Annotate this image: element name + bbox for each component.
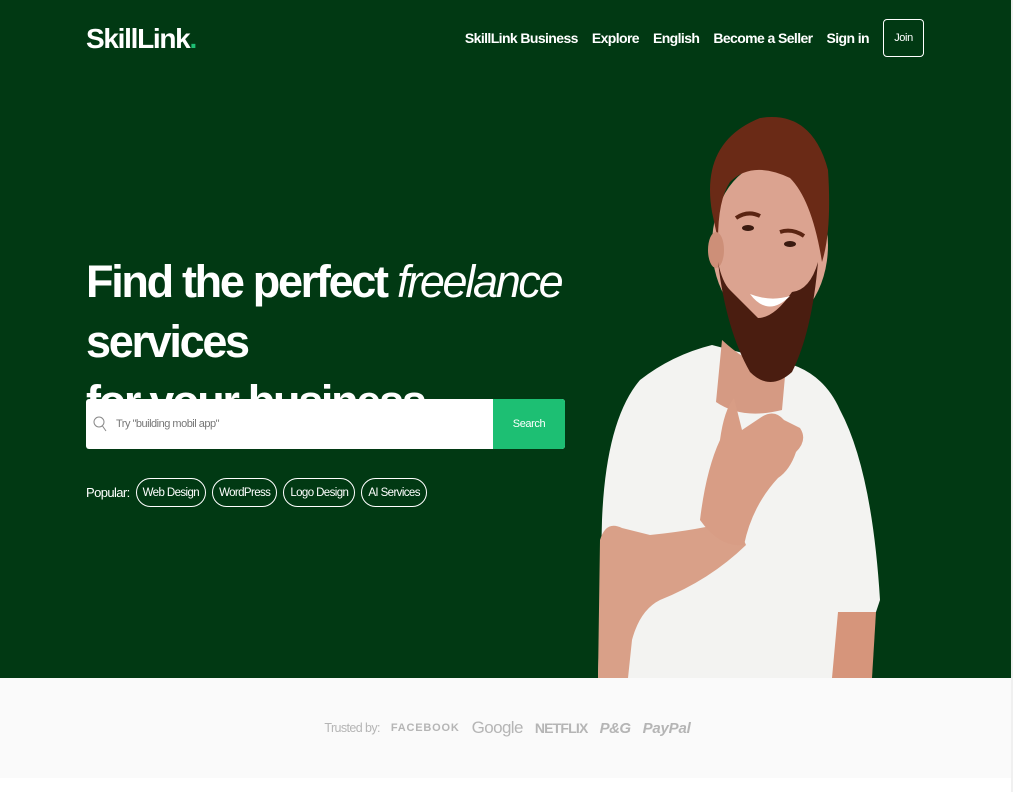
popular-tag-wordpress[interactable]: WordPress [212, 478, 278, 507]
trusted-by-bar: Trusted by: FACEBOOK Google NETFLIX P&G … [0, 678, 1011, 778]
trusted-row: Trusted by: FACEBOOK Google NETFLIX P&G … [0, 718, 1013, 738]
search-button[interactable]: Search [493, 399, 565, 449]
nav-explore-link[interactable]: Explore [592, 30, 640, 46]
brand-google-logo: Google [471, 718, 524, 737]
logo-dot: . [189, 23, 197, 54]
headline-emphasis: freelance [396, 256, 564, 307]
popular-tags: Popular: Web Design WordPress Logo Desig… [86, 478, 433, 507]
popular-tag-web-design[interactable]: Web Design [135, 478, 207, 507]
brand-facebook-logo: FACEBOOK [390, 722, 460, 734]
nav-become-seller-link[interactable]: Become a Seller [713, 30, 813, 46]
brand-paypal-logo: PayPal [642, 719, 691, 737]
search-icon [86, 399, 114, 449]
search-bar: Search [86, 399, 565, 449]
popular-label: Popular: [86, 485, 130, 500]
nav-sign-in-link[interactable]: Sign in [827, 30, 870, 46]
nav-language-link[interactable]: English [653, 30, 700, 46]
popular-tag-ai-services[interactable]: AI Services [361, 478, 427, 507]
search-input[interactable] [114, 399, 493, 449]
brand-pg-logo: P&G [599, 719, 632, 737]
nav-business-link[interactable]: SkillLink Business [465, 30, 579, 46]
page-bottom [0, 778, 1011, 792]
trusted-label: Trusted by: [324, 721, 380, 735]
brand-netflix-logo: NETFLIX [534, 720, 589, 736]
logo-text: SkillLink [86, 23, 191, 54]
top-nav: SkillLink Business Explore English Becom… [451, 19, 924, 57]
headline-part1: Find the perfect [86, 256, 389, 307]
headline-part2: services [86, 316, 250, 367]
logo[interactable]: SkillLink. [86, 22, 197, 56]
hero-section: SkillLink. SkillLink Business Explore En… [0, 0, 1011, 678]
popular-tag-logo-design[interactable]: Logo Design [283, 478, 356, 507]
join-button[interactable]: Join [883, 19, 924, 57]
